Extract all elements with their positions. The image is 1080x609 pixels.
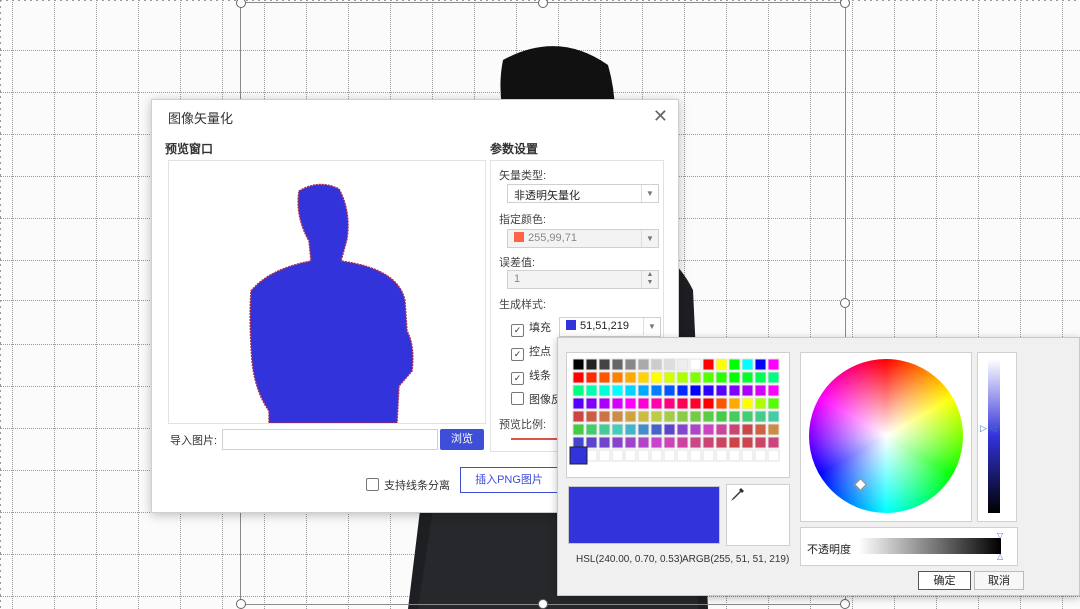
- brightness-slider[interactable]: [988, 359, 1000, 513]
- preview-title: 预览窗口: [165, 142, 214, 156]
- opacity-slider[interactable]: [859, 538, 1001, 554]
- chevron-down-icon: ▼: [643, 318, 660, 335]
- chevron-down-icon: ▼: [641, 230, 658, 247]
- error-label: 误差值:: [499, 257, 536, 269]
- resize-handle[interactable]: [840, 298, 850, 308]
- silhouette-preview: [249, 183, 414, 424]
- style-label: 生成样式:: [499, 299, 547, 311]
- cancel-button[interactable]: 取消: [974, 571, 1024, 590]
- browse-button[interactable]: 浏览: [440, 429, 484, 450]
- ok-button[interactable]: 确定: [918, 571, 971, 590]
- opacity-handle-icon[interactable]: △: [997, 552, 1003, 561]
- color-swatch: [514, 232, 524, 242]
- import-label: 导入图片:: [170, 435, 218, 447]
- resize-handle[interactable]: [840, 599, 850, 609]
- close-icon[interactable]: ✕: [653, 106, 668, 127]
- scale-slider[interactable]: [511, 438, 561, 440]
- argb-readout: ARGB(255, 51, 51, 219): [682, 554, 790, 565]
- palette-grid[interactable]: [567, 353, 789, 477]
- invert-checkbox-row[interactable]: 图像反: [511, 391, 562, 407]
- fill-checkbox-row[interactable]: ✓ 填充: [511, 319, 551, 337]
- color-picker-popup: HSL(240.00, 0.70, 0.53) ARGB(255, 51, 51…: [557, 337, 1080, 596]
- color-select[interactable]: 255,99,71 ▼: [507, 229, 659, 248]
- selected-color-preview: [568, 486, 720, 544]
- opacity-handle-icon[interactable]: ▽: [997, 531, 1003, 540]
- resize-handle[interactable]: [236, 599, 246, 609]
- chevron-down-icon: ▼: [641, 185, 658, 202]
- fill-color-select[interactable]: 51,51,219 ▼: [559, 317, 661, 337]
- scale-label: 预览比例:: [499, 419, 547, 431]
- params-title: 参数设置: [490, 142, 539, 156]
- stepper-icon: ▲ ▼: [641, 271, 658, 288]
- color-wheel[interactable]: [809, 359, 963, 513]
- import-path-input[interactable]: [222, 429, 438, 450]
- check-icon[interactable]: ✓: [511, 348, 524, 361]
- vector-type-label: 矢量类型:: [499, 170, 547, 182]
- vector-type-select[interactable]: 非透明矢量化 ▼: [507, 184, 659, 203]
- check-icon[interactable]: ✓: [511, 372, 524, 385]
- eyedropper-icon: [731, 488, 744, 501]
- opacity-label: 不透明度: [807, 544, 851, 556]
- insert-png-button[interactable]: 插入PNG图片: [460, 467, 558, 493]
- hsl-readout: HSL(240.00, 0.70, 0.53): [576, 554, 683, 565]
- color-palette: [566, 352, 790, 478]
- opacity-panel: 不透明度 ▽ △: [800, 527, 1018, 566]
- fill-swatch: [566, 320, 576, 330]
- recent-color-swatch: [569, 446, 588, 465]
- line-checkbox-row[interactable]: ✓ 线条: [511, 367, 551, 385]
- preview-window: [168, 160, 486, 424]
- check-icon[interactable]: ✓: [511, 324, 524, 337]
- slider-handle-icon[interactable]: ▷ ◁: [980, 423, 996, 434]
- split-lines-checkbox[interactable]: 支持线条分离: [366, 477, 450, 493]
- control-checkbox-row[interactable]: ✓ 控点: [511, 343, 551, 361]
- eyedropper-button[interactable]: [726, 484, 790, 546]
- color-wheel-panel: [800, 352, 972, 522]
- error-stepper[interactable]: 1 ▲ ▼: [507, 270, 659, 289]
- dialog-title: 图像矢量化: [168, 111, 234, 126]
- brightness-slider-panel: ▷ ◁: [977, 352, 1017, 522]
- resize-handle[interactable]: [538, 599, 548, 609]
- color-label: 指定颜色:: [499, 214, 547, 226]
